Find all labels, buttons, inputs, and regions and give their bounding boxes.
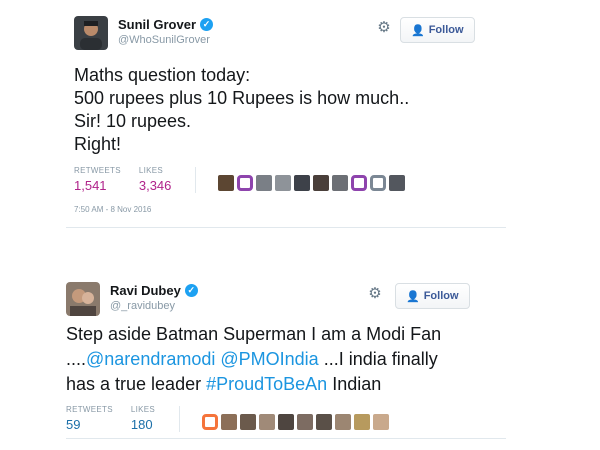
liker-avatar[interactable] (221, 414, 238, 430)
follow-label: Follow (423, 290, 459, 302)
liker-avatar[interactable] (354, 414, 371, 430)
likes-stat[interactable]: LIKES 180 (131, 405, 155, 432)
liker-avatar[interactable] (240, 414, 257, 430)
hashtag-link[interactable]: #ProudToBeAn (206, 374, 327, 394)
display-name[interactable]: Sunil Grover (118, 17, 196, 32)
likes-count: 180 (130, 417, 153, 432)
liker-avatar[interactable] (316, 414, 333, 430)
tweet-card-1: Sunil Grover ✓ @WhoSunilGrover ⚙ 👤 Follo… (60, 6, 490, 214)
follow-button[interactable]: 👤 Follow (395, 283, 470, 309)
liker-avatar[interactable] (313, 175, 330, 191)
follow-button[interactable]: 👤 Follow (400, 17, 475, 43)
liker-avatar[interactable] (256, 175, 273, 191)
tweet-stats: RETWEETS 59 LIKES 180 (66, 405, 490, 432)
user-handle[interactable]: @WhoSunilGrover (118, 34, 213, 46)
tweet-stats: RETWEETS 1,541 LIKES 3,346 (74, 166, 490, 193)
liker-avatar[interactable] (294, 175, 311, 191)
tweet-card-2: Ravi Dubey ✓ @_ravidubey ⚙ 👤 Follow Step… (60, 272, 490, 432)
avatar[interactable] (66, 282, 100, 316)
liker-avatar[interactable] (297, 414, 314, 430)
tweet-bottom-border (66, 227, 506, 228)
liker-avatar[interactable] (335, 414, 352, 430)
liker-avatar[interactable] (259, 414, 276, 430)
text-segment: Indian (327, 374, 382, 394)
likes-label: LIKES (130, 405, 156, 414)
liker-avatar[interactable] (275, 175, 292, 191)
liker-avatar[interactable] (278, 414, 295, 430)
tweet-timestamp[interactable]: 7:50 AM - 8 Nov 2016 (74, 205, 490, 214)
likes-label: LIKES (138, 166, 164, 175)
tweet-text: Step aside Batman Superman I am a Modi F… (66, 322, 466, 397)
stats-divider (179, 406, 181, 432)
liker-avatar[interactable] (332, 175, 349, 191)
add-user-icon: 👤 (411, 24, 425, 37)
user-handle[interactable]: @_ravidubey (110, 300, 198, 312)
retweets-count: 59 (66, 417, 81, 432)
liker-avatar[interactable] (351, 175, 368, 191)
author-block: Sunil Grover ✓ @WhoSunilGrover (118, 17, 214, 46)
verified-badge-icon: ✓ (200, 18, 214, 31)
tweet-bottom-border (66, 438, 506, 439)
stats-divider (195, 167, 197, 193)
liker-avatar[interactable] (370, 175, 387, 191)
tweet-header: Ravi Dubey ✓ @_ravidubey ⚙ 👤 Follow (60, 272, 490, 322)
retweets-count: 1,541 (74, 178, 107, 193)
tweet-header: Sunil Grover ✓ @WhoSunilGrover ⚙ 👤 Follo… (60, 6, 490, 56)
liker-avatar[interactable] (237, 175, 254, 191)
liker-avatar[interactable] (373, 414, 390, 430)
mention-link[interactable]: @narendramodi (86, 349, 215, 369)
verified-badge-icon: ✓ (184, 284, 198, 297)
retweets-label: RETWEETS (74, 166, 121, 175)
liker-avatars (218, 175, 406, 193)
liker-avatar[interactable] (218, 175, 235, 191)
likes-stat[interactable]: LIKES 3,346 (139, 166, 172, 193)
gear-icon[interactable]: ⚙ (376, 20, 392, 36)
avatar[interactable] (74, 16, 108, 50)
retweet-stat[interactable]: RETWEETS 59 (66, 405, 113, 432)
add-user-icon: 👤 (406, 290, 420, 303)
liker-avatar[interactable] (389, 175, 406, 191)
mention-link[interactable]: @PMOIndia (220, 349, 318, 369)
gear-icon[interactable]: ⚙ (367, 286, 383, 302)
retweets-label: RETWEETS (66, 405, 113, 414)
liker-avatars (202, 414, 390, 432)
display-name[interactable]: Ravi Dubey (110, 283, 181, 298)
author-block: Ravi Dubey ✓ @_ravidubey (110, 283, 198, 312)
follow-label: Follow (428, 24, 464, 36)
likes-count: 3,346 (138, 178, 172, 193)
liker-avatar[interactable] (202, 414, 219, 430)
tweet-text: Maths question today: 500 rupees plus 10… (74, 65, 410, 154)
retweet-stat[interactable]: RETWEETS 1,541 (74, 166, 121, 193)
